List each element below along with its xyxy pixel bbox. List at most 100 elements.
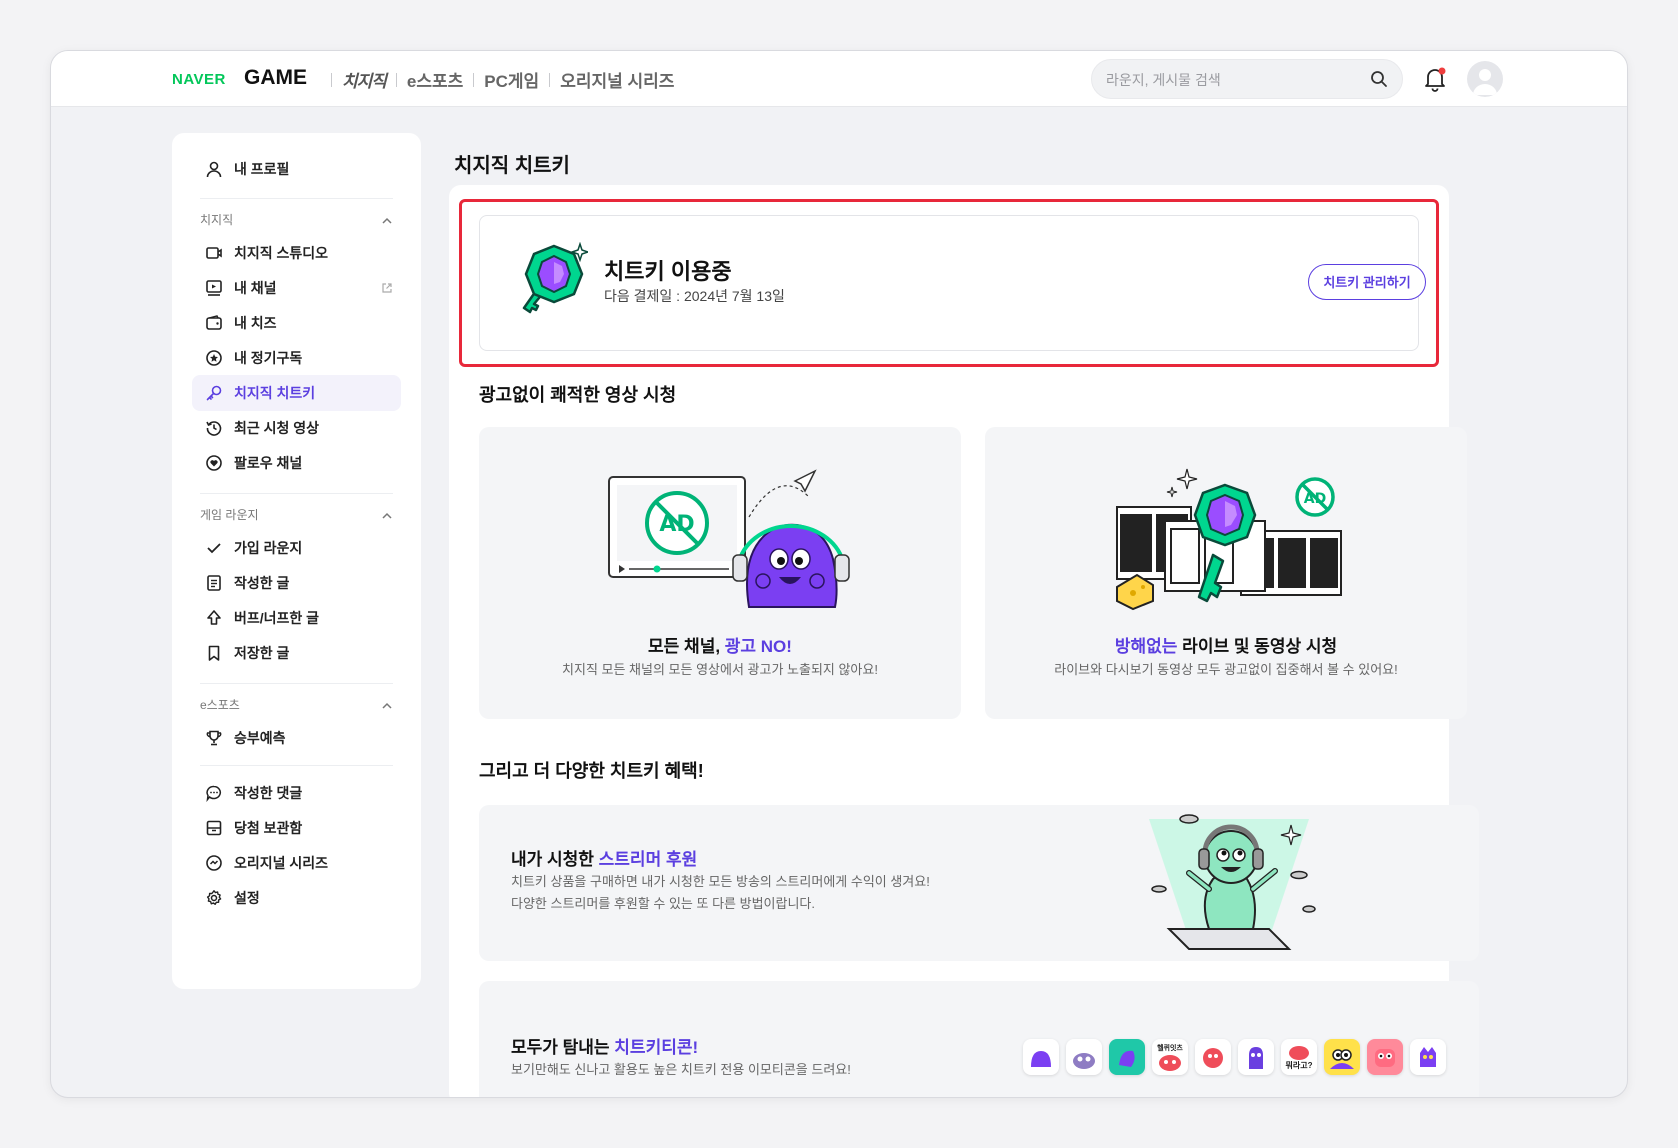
sidebar: 내 프로필 치지직 치지직 스튜디오 내 채널 내 치즈 내 정기구독 치지직 … — [172, 133, 421, 989]
channel-icon — [196, 270, 232, 306]
search-icon[interactable] — [1370, 70, 1388, 93]
sidebar-item-label: 가입 라운지 — [234, 540, 303, 556]
section-label: e스포츠 — [200, 698, 240, 712]
page-title: 치지직 치트키 — [454, 155, 570, 177]
sidebar-item-label: 최근 시청 영상 — [234, 420, 320, 436]
sidebar-item-saved-posts[interactable]: 저장한 글 — [192, 635, 401, 671]
sidebar-item-label: 승부예측 — [234, 730, 286, 746]
section-title-more-benefits: 그리고 더 다양한 치트키 혜택! — [479, 761, 704, 781]
gear-icon — [196, 880, 232, 916]
emoticon-text: 뭐라고? — [1285, 1060, 1313, 1070]
check-icon — [196, 530, 232, 566]
sidebar-item-label: 버프/너프한 글 — [234, 610, 320, 626]
benefit-title-highlight: 스트리머 후원 — [598, 850, 698, 869]
sidebar-item-follow-channels[interactable]: 팔로우 채널 — [192, 445, 401, 481]
emoticon — [1410, 1039, 1446, 1075]
sidebar-item-label: 당첨 보관함 — [234, 820, 303, 836]
top-nav: 치지직 e스포츠 PC게임 오리지널 시리즈 — [321, 67, 674, 92]
comment-icon — [196, 775, 232, 811]
nav-separator — [395, 72, 397, 87]
play-circle-icon — [196, 845, 232, 881]
section-label: 게임 라운지 — [200, 508, 259, 522]
sidebar-item-my-comments[interactable]: 작성한 댓글 — [192, 775, 401, 811]
no-ads-illustration: AD — [479, 457, 961, 617]
sidebar-item-prize-box[interactable]: 당첨 보관함 — [192, 810, 401, 846]
subscription-status-card: 치트키 이용중 다음 결제일 : 2024년 7월 13일 치트키 관리하기 — [479, 215, 1426, 351]
manage-cheatkey-button[interactable]: 치트키 관리하기 — [1308, 264, 1426, 300]
emoticon-text: 헬퀴잇츠 — [1157, 1045, 1183, 1052]
nav-separator — [473, 72, 475, 87]
sidebar-item-settings[interactable]: 설정 — [192, 880, 401, 916]
sidebar-item-original-series[interactable]: 오리지널 시리즈 — [192, 845, 401, 881]
section-chzzk[interactable]: 치지직 — [200, 211, 393, 231]
feature-title-highlight: 광고 NO! — [724, 637, 792, 656]
sidebar-item-label: 치지직 치트키 — [234, 385, 316, 401]
nav-esports[interactable]: e스포츠 — [407, 67, 463, 92]
next-payment-date: 다음 결제일 : 2024년 7월 13일 — [604, 288, 785, 304]
naver-logo[interactable]: NAVER — [172, 71, 226, 88]
sidebar-item-label: 내 정기구독 — [234, 350, 303, 366]
emoticon — [1109, 1039, 1145, 1075]
nav-chzzk[interactable]: 치지직 — [342, 67, 387, 92]
sidebar-item-label: 작성한 글 — [234, 575, 290, 591]
sidebar-item-subscription[interactable]: 내 정기구독 — [192, 340, 401, 376]
film-key-illustration: AD — [985, 457, 1467, 617]
document-icon — [196, 565, 232, 601]
sidebar-item-my-cheese[interactable]: 내 치즈 — [192, 305, 401, 341]
arrow-up-icon — [196, 600, 232, 636]
nav-pc-game[interactable]: PC게임 — [484, 67, 539, 92]
sidebar-item-label: 내 프로필 — [234, 161, 290, 177]
box-icon — [196, 810, 232, 846]
nav-original-series[interactable]: 오리지널 시리즈 — [560, 67, 674, 92]
main-content: 치트키 이용중 다음 결제일 : 2024년 7월 13일 치트키 관리하기 광… — [449, 185, 1479, 1097]
sidebar-item-profile[interactable]: 내 프로필 — [192, 151, 401, 187]
emoticon-row: 헬퀴잇츠 뭐라고? — [1023, 1039, 1446, 1075]
feature-title-prefix: 모든 채널, — [648, 637, 725, 656]
chevron-up-icon[interactable] — [381, 509, 393, 527]
sidebar-divider — [200, 683, 393, 684]
feature-card-no-ads: AD 모든 채널, 광고 NO! 치 — [479, 427, 961, 719]
game-logo[interactable]: GAME — [244, 66, 307, 90]
history-icon — [196, 410, 232, 446]
sidebar-item-joined-lounges[interactable]: 가입 라운지 — [192, 530, 401, 566]
search-input[interactable] — [1106, 69, 1356, 91]
sidebar-divider — [200, 493, 393, 494]
benefit-description: 치트키 상품을 구매하면 내가 시청한 모든 방송의 스트리머에게 수익이 생겨… — [511, 871, 930, 915]
feature-card-uninterrupted: AD 방해없는 라이브 및 동영상 시청 라이브와 다시보기 동영상 모두 광고… — [985, 427, 1467, 719]
nav-separator — [331, 72, 332, 87]
wallet-icon — [196, 305, 232, 341]
bell-icon[interactable] — [1421, 65, 1449, 93]
emoticon — [1023, 1039, 1059, 1075]
star-circle-icon — [196, 340, 232, 376]
external-link-icon — [381, 281, 393, 299]
feature-title-highlight: 방해없는 — [1114, 637, 1178, 656]
section-esports[interactable]: e스포츠 — [200, 696, 393, 716]
benefit-description-line: 다양한 스트리머를 후원할 수 있는 또 다른 방법이랍니다. — [511, 896, 815, 911]
sidebar-item-match-prediction[interactable]: 승부예측 — [192, 720, 401, 756]
feature-description: 라이브와 다시보기 동영상 모두 광고없이 집중해서 볼 수 있어요! — [1054, 662, 1398, 677]
key-icon — [196, 375, 232, 411]
chevron-up-icon[interactable] — [381, 214, 393, 232]
chevron-up-icon[interactable] — [381, 699, 393, 717]
benefit-card-streamer-support: 내가 시청한 스트리머 후원 치트키 상품을 구매하면 내가 시청한 모든 방송… — [479, 805, 1479, 961]
sidebar-item-my-channel[interactable]: 내 채널 — [192, 270, 401, 306]
streamer-mascot-illustration — [1129, 809, 1329, 964]
emoticon — [1066, 1039, 1102, 1075]
feature-description: 치지직 모든 채널의 모든 영상에서 광고가 노출되지 않아요! — [562, 662, 878, 677]
sidebar-item-label: 저장한 글 — [234, 645, 290, 661]
top-bar: NAVER GAME 치지직 e스포츠 PC게임 오리지널 시리즈 — [51, 51, 1627, 107]
section-game-lounge[interactable]: 게임 라운지 — [200, 506, 393, 526]
status-title: 치트키 이용중 — [604, 259, 732, 284]
section-label: 치지직 — [200, 213, 234, 227]
sidebar-item-cheatkey[interactable]: 치지직 치트키 — [192, 375, 401, 411]
sidebar-item-chzzk-studio[interactable]: 치지직 스튜디오 — [192, 235, 401, 271]
feature-title-suffix: 라이브 및 동영상 시청 — [1177, 637, 1338, 656]
trophy-icon — [196, 720, 232, 756]
sidebar-item-recent-videos[interactable]: 최근 시청 영상 — [192, 410, 401, 446]
user-avatar[interactable] — [1467, 61, 1503, 97]
sidebar-item-my-posts[interactable]: 작성한 글 — [192, 565, 401, 601]
emoticon — [1324, 1039, 1360, 1075]
emoticon — [1195, 1039, 1231, 1075]
sidebar-item-buff-nerf-posts[interactable]: 버프/너프한 글 — [192, 600, 401, 636]
person-icon — [196, 151, 232, 187]
